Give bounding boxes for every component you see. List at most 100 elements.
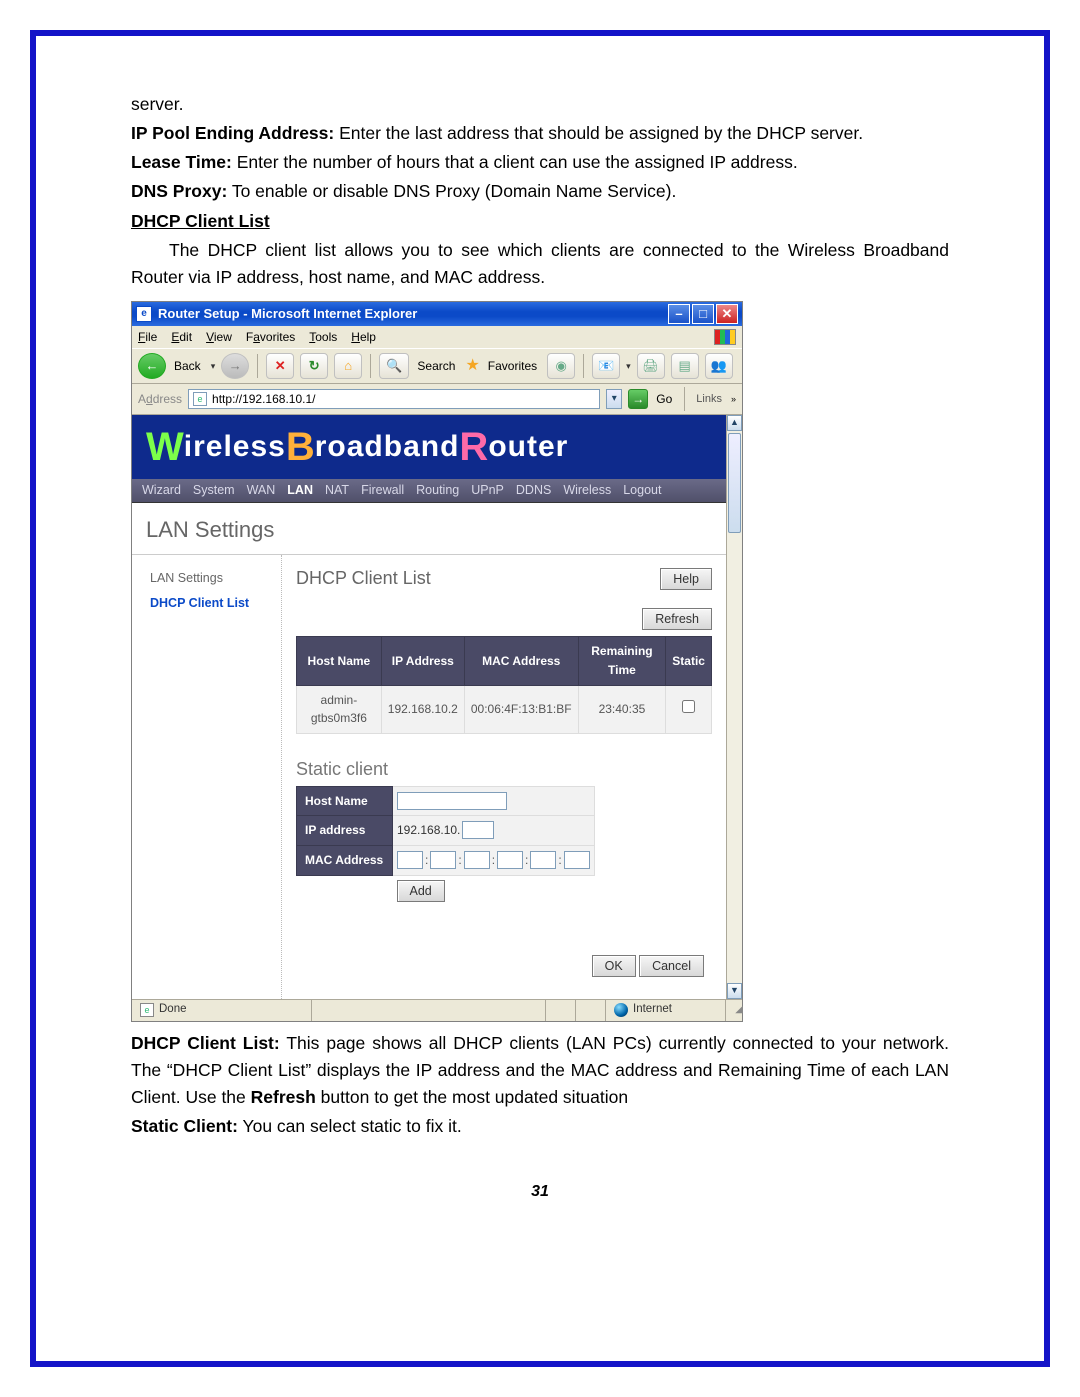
router-banner: Wireless Broadband Router (132, 415, 726, 479)
banner-r: R (459, 416, 488, 478)
static-client-title: Static client (296, 756, 712, 784)
col-hostname: Host Name (297, 637, 382, 685)
go-button[interactable]: → (628, 389, 648, 409)
leftnav-dhcp-client-list[interactable]: DHCP Client List (150, 594, 273, 613)
add-button[interactable]: Add (397, 880, 445, 902)
text-static-body: You can select static to fix it. (238, 1116, 462, 1136)
minimize-button[interactable]: – (668, 304, 690, 324)
tab-upnp[interactable]: UPnP (471, 481, 504, 500)
vertical-scrollbar[interactable]: ▲ ▼ (726, 415, 742, 998)
doc-body: server. IP Pool Ending Address: Enter th… (131, 91, 949, 1205)
stop-button[interactable]: ✕ (266, 353, 294, 379)
banner-ireless: ireless (184, 424, 286, 471)
static-checkbox[interactable] (682, 700, 695, 713)
back-dropdown-icon[interactable]: ▾ (211, 360, 216, 374)
menu-file[interactable]: File (138, 328, 157, 347)
col-mac: MAC Address (464, 637, 578, 685)
address-dropdown-icon[interactable]: ▾ (606, 389, 622, 409)
search-label: Search (417, 357, 455, 376)
maximize-button[interactable]: □ (692, 304, 714, 324)
sc-mac-4[interactable] (497, 851, 523, 869)
content-title: DHCP Client List (296, 565, 660, 593)
cell-time: 23:40:35 (578, 685, 666, 733)
dhcp-table: Host Name IP Address MAC Address Remaini… (296, 636, 712, 733)
tab-nat[interactable]: NAT (325, 481, 349, 500)
page-title: LAN Settings (132, 503, 726, 554)
menu-favorites[interactable]: Favorites (246, 328, 295, 347)
history-dropdown-icon[interactable]: ▾ (626, 360, 631, 374)
sc-mac-2[interactable] (430, 851, 456, 869)
text-dns-body: To enable or disable DNS Proxy (Domain N… (227, 181, 676, 201)
scroll-down-icon[interactable]: ▼ (727, 983, 742, 999)
scroll-up-icon[interactable]: ▲ (727, 415, 742, 431)
titlebar: e Router Setup - Microsoft Internet Expl… (132, 302, 742, 326)
edit-button[interactable]: ▤ (671, 353, 699, 379)
url-text: http://192.168.10.1/ (212, 390, 315, 409)
favorites-star-icon[interactable]: ★ (465, 354, 479, 379)
sc-host-input[interactable] (397, 792, 507, 810)
sc-label-mac: MAC Address (297, 845, 393, 875)
text-dns: DNS Proxy: To enable or disable DNS Prox… (131, 178, 949, 205)
refresh-list-button[interactable]: Refresh (642, 608, 712, 630)
banner-outer: outer (488, 424, 568, 471)
cancel-button[interactable]: Cancel (639, 955, 704, 977)
status-zone: Internet (633, 1001, 672, 1019)
tab-wireless[interactable]: Wireless (563, 481, 611, 500)
scroll-track[interactable] (727, 431, 742, 982)
status-done: Done (159, 1001, 187, 1019)
resize-grip-icon[interactable]: ◢ (726, 1002, 742, 1018)
toolbar-sep-2 (370, 354, 371, 378)
heading-dhcp-client-list: DHCP Client List (131, 208, 949, 235)
tab-firewall[interactable]: Firewall (361, 481, 404, 500)
sc-mac-5[interactable] (530, 851, 556, 869)
search-icon[interactable]: 🔍 (379, 353, 409, 379)
window-title: Router Setup - Microsoft Internet Explor… (158, 304, 666, 324)
menu-view[interactable]: View (206, 328, 232, 347)
label-static-client: Static Client: (131, 1116, 238, 1136)
sc-mac-1[interactable] (397, 851, 423, 869)
windows-flag-icon (714, 329, 736, 345)
home-button[interactable]: ⌂ (334, 353, 362, 379)
links-chevron-icon[interactable]: » (731, 393, 736, 407)
forward-button[interactable]: → (221, 353, 249, 379)
tab-routing[interactable]: Routing (416, 481, 459, 500)
tab-wizard[interactable]: Wizard (142, 481, 181, 500)
cell-ip: 192.168.10.2 (381, 685, 464, 733)
links-label[interactable]: Links (693, 391, 725, 408)
address-field[interactable]: e http://192.168.10.1/ (188, 389, 600, 409)
done-icon: e (140, 1003, 154, 1017)
main-column: DHCP Client List Help Refresh Host Name … (282, 555, 726, 999)
table-row: admin-gtbs0m3f6 192.168.10.2 00:06:4F:13… (297, 685, 712, 733)
label-dns: DNS Proxy: (131, 181, 227, 201)
print-button[interactable]: 🖨 (637, 353, 665, 379)
cell-host: admin-gtbs0m3f6 (297, 685, 382, 733)
router-nav: Wizard System WAN LAN NAT Firewall Routi… (132, 479, 726, 503)
sc-ip-input[interactable] (462, 821, 494, 839)
col-ip: IP Address (381, 637, 464, 685)
messenger-button[interactable]: 👥 (705, 353, 733, 379)
banner-b: B (286, 416, 315, 478)
tab-logout[interactable]: Logout (623, 481, 661, 500)
menu-edit[interactable]: Edit (171, 328, 192, 347)
sc-mac-6[interactable] (564, 851, 590, 869)
tab-wan[interactable]: WAN (247, 481, 276, 500)
back-button[interactable]: ← (138, 353, 166, 379)
menu-tools[interactable]: Tools (309, 328, 337, 347)
scroll-thumb[interactable] (728, 433, 741, 533)
tab-ddns[interactable]: DDNS (516, 481, 551, 500)
leftnav-lan-settings[interactable]: LAN Settings (150, 569, 273, 588)
tab-lan[interactable]: LAN (287, 481, 313, 500)
tab-system[interactable]: System (193, 481, 235, 500)
history-button[interactable]: 📧 (592, 353, 620, 379)
help-button[interactable]: Help (660, 568, 712, 590)
banner-w: W (146, 416, 184, 478)
sc-mac-3[interactable] (464, 851, 490, 869)
text-ip-pool: IP Pool Ending Address: Enter the last a… (131, 120, 949, 147)
media-button[interactable]: ◉ (547, 353, 575, 379)
back-label: Back (174, 357, 201, 376)
menu-help[interactable]: Help (351, 328, 376, 347)
refresh-button[interactable]: ↻ (300, 353, 328, 379)
ok-button[interactable]: OK (592, 955, 636, 977)
close-button[interactable]: ✕ (716, 304, 738, 324)
status-bar: e Done Internet ◢ (132, 999, 742, 1021)
